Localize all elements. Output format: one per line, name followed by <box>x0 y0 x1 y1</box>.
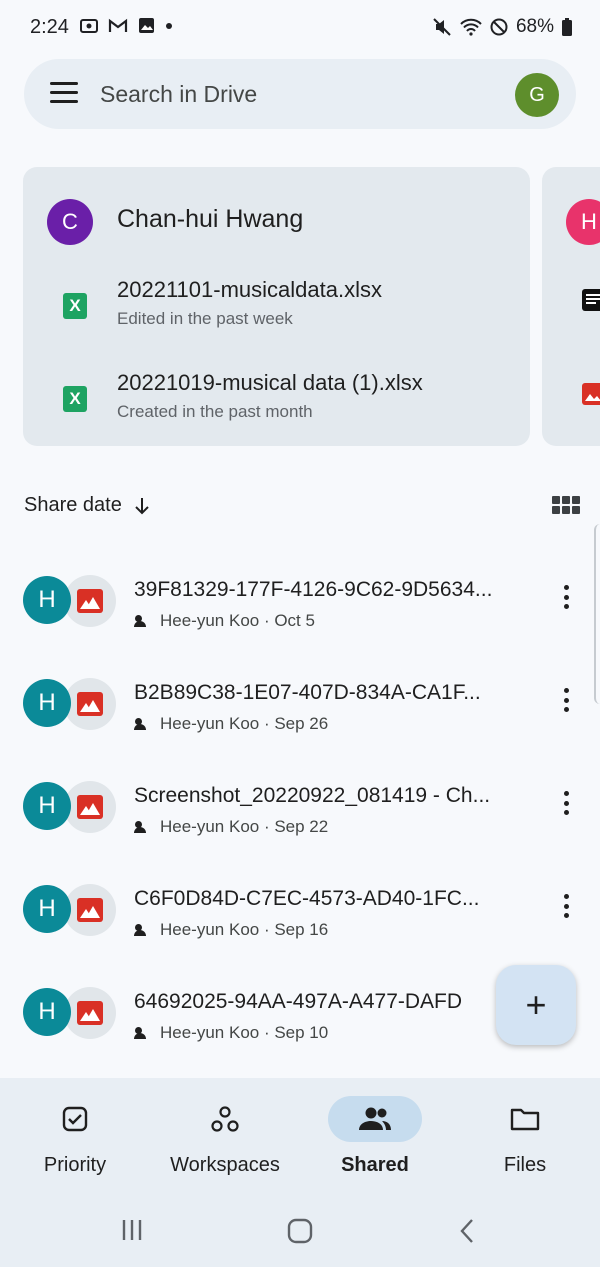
file-title: 64692025-94AA-497A-A477-DAFD <box>134 990 463 1013</box>
search-input[interactable]: Search in Drive <box>100 81 257 108</box>
nav-priority[interactable]: Priority <box>0 1096 150 1177</box>
gallery-icon <box>139 18 154 33</box>
file-thumbnail <box>64 781 116 833</box>
nav-label: Priority <box>43 1154 107 1176</box>
system-navigation-bar <box>0 1212 600 1252</box>
file-meta: Hee-yun Koo · Sep 10 <box>134 1023 328 1043</box>
image-icon <box>77 692 103 716</box>
file-row[interactable]: H B2B89C38-1E07-407D-834A-CA1F... Hee-yu… <box>0 667 600 767</box>
suggested-file-subtitle: Created in the past month <box>117 402 313 421</box>
status-time: 2:24 <box>30 16 69 38</box>
image-icon <box>77 589 103 613</box>
image-icon <box>77 898 103 922</box>
person-avatar: H <box>566 199 600 245</box>
shared-people-icon <box>134 924 152 936</box>
file-title: Screenshot_20220922_081419 - Ch... <box>134 784 491 807</box>
person-avatar: C <box>47 199 93 245</box>
file-thumbnail <box>64 678 116 730</box>
mute-icon <box>433 18 451 36</box>
new-button[interactable]: + <box>496 965 576 1045</box>
owner-avatar: H <box>23 576 71 624</box>
nav-files[interactable]: Files <box>450 1096 600 1177</box>
file-meta-text: Hee-yun Koo · Sep 10 <box>160 1023 329 1042</box>
account-avatar[interactable]: G <box>515 73 559 117</box>
owner-avatar: H <box>23 885 71 933</box>
sheets-icon: X <box>63 386 87 412</box>
shared-people-icon <box>134 718 152 730</box>
shared-people-icon <box>134 821 152 833</box>
screen-record-icon <box>80 18 98 33</box>
workspaces-icon <box>211 1106 239 1132</box>
more-options-icon[interactable] <box>556 685 576 715</box>
docs-icon <box>582 289 600 311</box>
shared-people-icon <box>134 615 152 627</box>
suggested-file[interactable]: X 20221101-musicaldata.xlsx Edited in th… <box>63 277 523 337</box>
file-thumbnail <box>64 575 116 627</box>
battery-icon <box>562 18 572 36</box>
battery-percent: 68% <box>515 16 554 37</box>
file-meta-text: Hee-yun Koo · Oct 5 <box>160 611 315 630</box>
file-meta: Hee-yun Koo · Sep 22 <box>134 817 328 837</box>
gmail-icon <box>108 18 128 32</box>
notification-icons <box>80 17 173 34</box>
image-icon <box>77 795 103 819</box>
wifi-icon <box>460 18 482 36</box>
more-options-icon[interactable] <box>556 788 576 818</box>
do-not-disturb-icon <box>490 18 508 36</box>
dot-icon <box>166 22 172 29</box>
file-meta: Hee-yun Koo · Oct 5 <box>134 611 315 631</box>
owner-avatar: H <box>23 988 71 1036</box>
file-title: 39F81329-177F-4126-9C62-9D5634... <box>134 578 493 601</box>
sheets-icon: X <box>63 293 87 319</box>
sort-button[interactable]: Share date <box>24 494 150 517</box>
nav-workspaces[interactable]: Workspaces <box>150 1096 300 1177</box>
back-icon[interactable] <box>458 1218 478 1244</box>
file-meta: Hee-yun Koo · Sep 26 <box>134 714 328 734</box>
search-bar[interactable]: Search in Drive G <box>24 59 576 129</box>
file-meta-text: Hee-yun Koo · Sep 26 <box>160 714 329 733</box>
image-icon <box>582 383 600 405</box>
file-title: C6F0D84D-C7EC-4573-AD40-1FC... <box>134 887 480 910</box>
file-meta-text: Hee-yun Koo · Sep 16 <box>160 920 329 939</box>
priority-icon <box>62 1106 88 1132</box>
suggested-file-name: 20221019-musical data (1).xlsx <box>117 370 423 395</box>
nav-label: Shared <box>341 1154 409 1176</box>
file-row[interactable]: H 39F81329-177F-4126-9C62-9D5634... Hee-… <box>0 564 600 664</box>
folder-icon <box>510 1108 540 1131</box>
recent-apps-icon[interactable] <box>120 1218 144 1242</box>
owner-avatar: H <box>23 679 71 727</box>
suggested-file-name: 20221101-musicaldata.xlsx <box>117 277 382 302</box>
system-status-icons: 68% <box>432 16 572 38</box>
hamburger-menu-icon[interactable] <box>50 82 78 106</box>
file-row[interactable]: H C6F0D84D-C7EC-4573-AD40-1FC... Hee-yun… <box>0 873 600 973</box>
file-meta: Hee-yun Koo · Sep 16 <box>134 920 328 940</box>
file-thumbnail <box>64 884 116 936</box>
shared-people-icon <box>134 1027 152 1039</box>
nav-shared[interactable]: Shared <box>300 1096 450 1177</box>
status-bar: 2:24 68% <box>0 0 600 56</box>
owner-avatar: H <box>23 782 71 830</box>
shared-icon <box>359 1107 391 1130</box>
file-thumbnail <box>64 987 116 1039</box>
home-icon[interactable] <box>287 1218 313 1244</box>
nav-label: Files <box>503 1154 547 1176</box>
person-name: Chan-hui Hwang <box>117 205 304 233</box>
next-suggested-person-card[interactable]: H <box>542 167 600 446</box>
suggested-file-subtitle: Edited in the past week <box>117 309 293 328</box>
file-meta-text: Hee-yun Koo · Sep 22 <box>160 817 329 836</box>
file-title: B2B89C38-1E07-407D-834A-CA1F... <box>134 681 481 704</box>
file-row[interactable]: H Screenshot_20220922_081419 - Ch... Hee… <box>0 770 600 870</box>
suggested-person-card[interactable]: C Chan-hui Hwang X 20221101-musicaldata.… <box>23 167 530 446</box>
suggested-file[interactable]: X 20221019-musical data (1).xlsx Created… <box>63 370 523 430</box>
bottom-navigation: Priority Workspaces Shared Files <box>0 1078 600 1267</box>
arrow-down-icon <box>135 497 149 514</box>
more-options-icon[interactable] <box>556 891 576 921</box>
grid-view-icon[interactable] <box>552 496 580 516</box>
image-icon <box>77 1001 103 1025</box>
nav-label: Workspaces <box>170 1154 280 1176</box>
more-options-icon[interactable] <box>556 582 576 612</box>
sort-label: Share date <box>24 494 122 516</box>
